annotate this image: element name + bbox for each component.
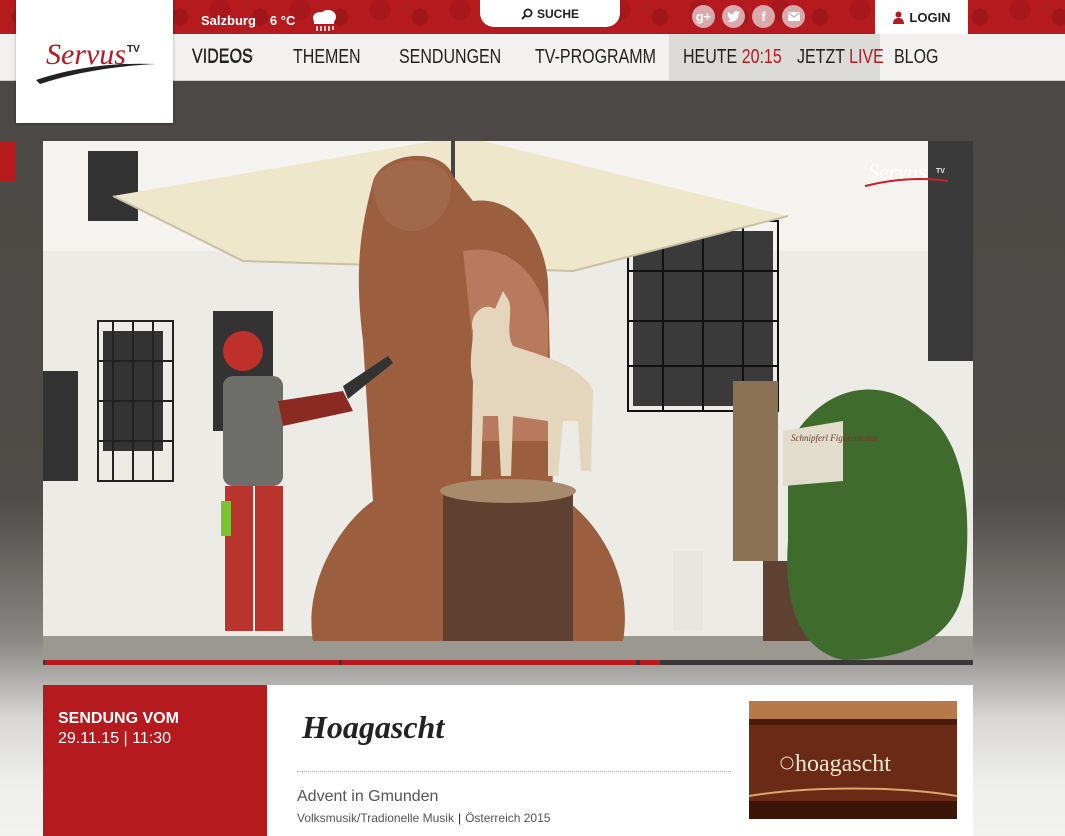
- nav-heute[interactable]: HEUTE 20:15: [669, 34, 783, 80]
- episode-meta: Volksmusik/Tradionelle Musik | Österreich …: [297, 811, 550, 825]
- chevron-down-icon: ⌵: [486, 50, 494, 61]
- weather-city: Salzburg: [201, 12, 256, 28]
- chevron-down-icon: ⌵: [247, 50, 255, 61]
- broadcast-time: 11:30: [132, 730, 172, 747]
- search-icon: [521, 8, 533, 20]
- divider: [297, 771, 731, 772]
- show-title[interactable]: Hoagascht: [302, 709, 444, 746]
- thumbnail-graphic: hoagascht: [749, 701, 957, 819]
- video-player[interactable]: Schnipferl Figurenkunst Servus TV: [43, 141, 973, 660]
- date-separator: |: [123, 730, 133, 747]
- nav-jetzt-live[interactable]: JETZT LIVE: [783, 34, 884, 80]
- nav-blog[interactable]: BLOG: [894, 34, 950, 80]
- twitter-icon[interactable]: [722, 5, 745, 28]
- progress-segment[interactable]: [640, 660, 660, 665]
- show-thumbnail[interactable]: hoagascht: [749, 701, 957, 819]
- video-watermark-suffix: TV: [936, 168, 945, 175]
- weather-temperature: 6 °C: [269, 12, 296, 28]
- episode-info-panel: SENDUNG VOM 29.11.15 | 11:30 Hoagascht A…: [43, 685, 973, 836]
- nav-tv-programm[interactable]: TV-PROGRAMM ⌵: [535, 34, 686, 80]
- login-label: LOGIN: [909, 9, 951, 25]
- mail-icon[interactable]: [782, 5, 805, 28]
- chevron-down-icon: ⌵: [643, 50, 651, 61]
- logo-suffix: TV: [127, 44, 140, 55]
- logo-graphic: Servus TV: [36, 38, 156, 84]
- episode-subtitle: Advent in Gmunden: [297, 788, 439, 805]
- servus-tv-logo[interactable]: Servus TV: [16, 0, 173, 123]
- user-icon: [893, 11, 905, 24]
- nav-sendungen[interactable]: SENDUNGEN ⌵: [399, 34, 527, 80]
- nav-heute-time: 20:15: [741, 45, 782, 68]
- episode-country-year: Österreich 2015: [465, 811, 551, 825]
- progress-segment[interactable]: [342, 660, 636, 665]
- broadcast-date: 29.11.15: [58, 730, 120, 747]
- social-links: g+ f: [692, 5, 805, 28]
- nav-videos-label: VIDEOS: [192, 45, 253, 68]
- nav-tvprogramm-label: TV-PROGRAMM: [535, 45, 656, 68]
- nav-jetzt-label: JETZT: [797, 45, 845, 68]
- nav-live-label: LIVE: [849, 45, 884, 68]
- broadcast-date-time: 29.11.15 | 11:30: [58, 730, 171, 748]
- meta-separator: |: [457, 811, 462, 825]
- broadcast-date-box: SENDUNG VOM 29.11.15 | 11:30: [43, 685, 267, 836]
- search-label: SUCHE: [536, 6, 579, 21]
- chevron-down-icon: ⌵: [350, 50, 358, 61]
- nav-blog-label: BLOG: [894, 45, 939, 68]
- nav-heute-label: HEUTE: [683, 45, 738, 68]
- left-red-marker: [0, 141, 16, 181]
- video-progress-bar[interactable]: [43, 660, 973, 665]
- search-button[interactable]: SUCHE: [480, 0, 620, 27]
- video-frame: Schnipferl Figurenkunst Servus TV: [43, 141, 973, 660]
- google-plus-icon[interactable]: g+: [692, 5, 715, 28]
- progress-segment[interactable]: [45, 660, 339, 665]
- video-sign-text: Schnipferl Figurenkunst: [791, 433, 878, 443]
- login-button[interactable]: LOGIN: [875, 0, 968, 34]
- weather-widget[interactable]: Salzburg 6 °C: [201, 9, 339, 31]
- broadcast-date-label: SENDUNG VOM: [58, 710, 179, 727]
- thumbnail-title: hoagascht: [795, 751, 891, 777]
- nav-videos[interactable]: VIDEOS ⌵: [192, 34, 268, 80]
- facebook-icon[interactable]: f: [752, 5, 775, 28]
- nav-themen[interactable]: THEMEN ⌵: [293, 34, 377, 80]
- cloud-rain-icon: [309, 9, 339, 31]
- episode-genre: Volksmusik/Tradionelle Musik: [297, 811, 454, 825]
